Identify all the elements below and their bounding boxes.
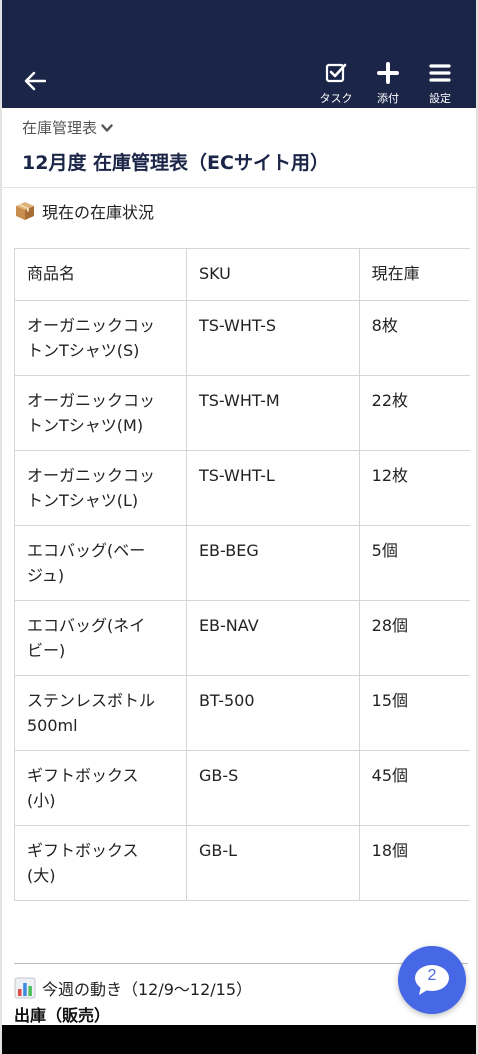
product-name-line: ジュ) <box>27 566 65 585</box>
sku-cell: TS-WHT-M <box>185 375 360 451</box>
stock-table: 商品名 SKU 現在庫 オーガニックコッ トンTシャツ(S) TS-WHT-S 8枚オ… <box>14 248 470 901</box>
product-name-line: 500ml <box>27 716 78 735</box>
table-row: エコバッグ(ネイ ビー) EB-NAV 28個 <box>14 600 470 676</box>
table-row: オーガニックコッ トンTシャツ(M) TS-WHT-M 22枚 <box>14 375 470 451</box>
table-row: ギフトボックス (大) GB-L 18個 <box>14 825 470 901</box>
product-name-line: エコバッグ(ネイ <box>27 616 146 635</box>
product-name-line: (大) <box>27 866 56 885</box>
page-title: 12月度 在庫管理表（ECサイト用） <box>22 152 329 174</box>
system-nav-bar <box>2 1025 476 1054</box>
column-header-sku: SKU <box>185 248 360 301</box>
stock-cell: 22枚 <box>358 375 470 451</box>
settings-button[interactable]: 設定 <box>414 60 466 106</box>
product-name-line: トンTシャツ(S) <box>27 341 140 360</box>
app-bar: タスク 添付 設定 <box>2 0 476 108</box>
stock-section-heading: 現在の在庫状況 <box>14 199 154 223</box>
sku-cell: BT-500 <box>185 675 360 751</box>
column-header-stock: 現在庫 <box>358 248 470 301</box>
menu-icon <box>429 64 451 82</box>
week-section-heading: 今週の動き（12/9〜12/15） <box>14 976 252 1000</box>
chevron-down-icon <box>101 123 113 132</box>
sku-cell: GB-L <box>185 825 360 901</box>
product-name-line: トンTシャツ(M) <box>27 416 144 435</box>
app-screen: タスク 添付 設定 在庫管理表 12月度 在庫管理表（ECサイト用） 現在の在庫… <box>0 0 478 1054</box>
table-row: オーガニックコッ トンTシャツ(S) TS-WHT-S 8枚 <box>14 300 470 376</box>
sku-cell: TS-WHT-S <box>185 300 360 376</box>
attach-button-label: 添付 <box>377 92 399 105</box>
arrow-left-icon <box>24 71 46 91</box>
stock-table-body: オーガニックコッ トンTシャツ(S) TS-WHT-S 8枚 オーガニックコッ トンTシャ… <box>14 300 470 901</box>
product-name-cell: エコバッグ(ネイ ビー) <box>14 600 187 676</box>
section-divider <box>14 963 468 964</box>
breadcrumb-dropdown[interactable]: 在庫管理表 <box>22 117 113 138</box>
product-name-line: (小) <box>27 791 56 810</box>
breadcrumb-label: 在庫管理表 <box>22 119 98 137</box>
product-name-line: オーガニックコッ <box>27 466 156 485</box>
week-section-title: 今週の動き（12/9〜12/15） <box>42 980 253 999</box>
table-header-row: 商品名 SKU 現在庫 <box>14 248 470 301</box>
task-button-label: タスク <box>319 92 353 105</box>
table-row: ギフトボックス (小) GB-S 45個 <box>14 750 470 826</box>
product-name-cell: ギフトボックス (大) <box>14 825 187 901</box>
chat-unread-count: 2 <box>427 967 437 984</box>
stock-cell: 15個 <box>358 675 470 751</box>
stock-cell: 5個 <box>358 525 470 601</box>
product-name-cell: ギフトボックス (小) <box>14 750 187 826</box>
product-name-line: オーガニックコッ <box>27 316 156 335</box>
stock-cell: 8枚 <box>358 300 470 376</box>
product-name-line: ステンレスボトル <box>27 691 156 710</box>
product-name-cell: オーガニックコッ トンTシャツ(L) <box>14 450 187 526</box>
checkbox-icon <box>325 63 347 83</box>
sku-cell: EB-BEG <box>185 525 360 601</box>
settings-button-label: 設定 <box>429 92 451 105</box>
product-name-line: エコバッグ(ベー <box>27 541 146 560</box>
stock-section-title: 現在の在庫状況 <box>42 203 155 222</box>
header-actions: タスク 添付 設定 <box>310 60 466 106</box>
package-icon <box>16 202 34 220</box>
sku-cell: EB-NAV <box>185 600 360 676</box>
product-name-line: オーガニックコッ <box>27 391 156 410</box>
column-header-name: 商品名 <box>14 248 187 301</box>
plus-icon <box>377 62 399 84</box>
product-name-cell: オーガニックコッ トンTシャツ(M) <box>14 375 187 451</box>
back-button[interactable] <box>20 66 50 96</box>
product-name-cell: ステンレスボトル 500ml <box>14 675 187 751</box>
chat-button[interactable]: 2 <box>398 946 466 1014</box>
task-button[interactable]: タスク <box>310 60 362 106</box>
attach-button[interactable]: 添付 <box>362 60 414 106</box>
header-divider <box>2 187 476 188</box>
product-name-line: ギフトボックス <box>27 841 139 860</box>
stock-cell: 12枚 <box>358 450 470 526</box>
sku-cell: GB-S <box>185 750 360 826</box>
sku-cell: TS-WHT-L <box>185 450 360 526</box>
stock-cell: 28個 <box>358 600 470 676</box>
table-row: エコバッグ(ベー ジュ) EB-BEG 5個 <box>14 525 470 601</box>
table-row: オーガニックコッ トンTシャツ(L) TS-WHT-L 12枚 <box>14 450 470 526</box>
product-name-line: トンTシャツ(L) <box>27 491 139 510</box>
product-name-line: ギフトボックス <box>27 766 139 785</box>
table-row: ステンレスボトル 500ml BT-500 15個 <box>14 675 470 751</box>
product-name-cell: オーガニックコッ トンTシャツ(S) <box>14 300 187 376</box>
stock-cell: 18個 <box>358 825 470 901</box>
product-name-line: ビー) <box>27 641 66 660</box>
bar-chart-icon <box>14 977 36 999</box>
stock-cell: 45個 <box>358 750 470 826</box>
product-name-cell: エコバッグ(ベー ジュ) <box>14 525 187 601</box>
shipments-subheading: 出庫（販売） <box>14 1006 111 1025</box>
